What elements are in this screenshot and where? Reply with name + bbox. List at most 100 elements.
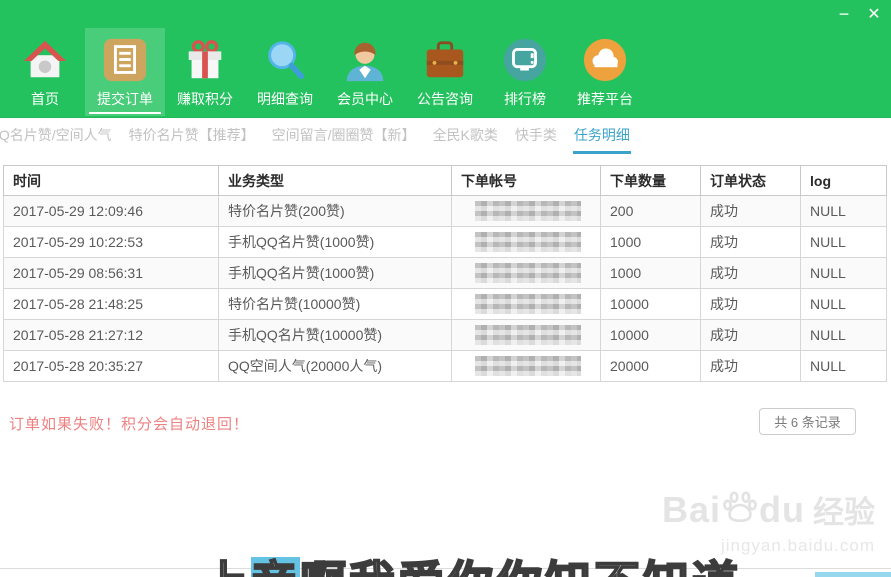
cell-type: 特价名片赞(200赞) <box>219 196 452 227</box>
watermark-suffix: 经验 <box>813 487 875 532</box>
cell-log: NULL <box>801 320 887 351</box>
col-header-type: 业务类型 <box>219 166 452 196</box>
cell-status: 成功 <box>701 320 801 351</box>
nav-label: 排行榜 <box>504 89 546 109</box>
tab-qq-card-likes[interactable]: QQ名片赞/空间人气 <box>0 125 112 145</box>
masked-account <box>475 325 581 345</box>
header: − ✕ 首页 <box>0 0 891 118</box>
cell-log: NULL <box>801 258 887 289</box>
table-row: 2017-05-29 08:56:31 手机QQ名片赞(1000赞) 1000 … <box>4 258 887 289</box>
col-header-quantity: 下单数量 <box>601 166 701 196</box>
ranking-icon <box>501 34 549 86</box>
cell-time: 2017-05-29 12:09:46 <box>4 196 219 227</box>
tab-kuaishou[interactable]: 快手类 <box>515 125 557 145</box>
nav-item-announcements[interactable]: 公告咨询 <box>405 28 485 116</box>
nav-item-earn-points[interactable]: 赚取积分 <box>165 28 245 116</box>
cell-quantity: 1000 <box>601 227 701 258</box>
bottom-overlay-text: 上帝啊我爱你你知不知道 <box>202 547 741 577</box>
nav-item-ranking[interactable]: 排行榜 <box>485 28 565 116</box>
titlebar[interactable]: − ✕ <box>0 0 891 26</box>
table-row: 2017-05-29 12:09:46 特价名片赞(200赞) 200 成功 N… <box>4 196 887 227</box>
table-header-row: 时间 业务类型 下单帐号 下单数量 订单状态 log <box>4 166 887 196</box>
table-row: 2017-05-28 21:48:25 特价名片赞(10000赞) 10000 … <box>4 289 887 320</box>
category-tabs: QQ名片赞/空间人气 特价名片赞【推荐】 空间留言/圈圈赞【新】 全民K歌类 快… <box>0 118 647 152</box>
tab-special-card-likes[interactable]: 特价名片赞【推荐】 <box>129 125 255 145</box>
nav-label: 首页 <box>31 89 59 109</box>
table-row: 2017-05-29 10:22:53 手机QQ名片赞(1000赞) 1000 … <box>4 227 887 258</box>
nav-label: 明细查询 <box>257 89 313 109</box>
main-nav: 首页 提交订单 <box>5 28 645 118</box>
cloud-icon <box>581 34 629 86</box>
col-header-account: 下单帐号 <box>452 166 601 196</box>
cell-status: 成功 <box>701 289 801 320</box>
refund-notice: 订单如果失败！积分会自动退回！ <box>9 413 249 434</box>
overlay-text-highlight: 帝 <box>251 557 300 577</box>
cell-type: 手机QQ名片赞(10000赞) <box>219 320 452 351</box>
order-table: 时间 业务类型 下单帐号 下单数量 订单状态 log 2017-05-29 12… <box>3 165 887 382</box>
cell-time: 2017-05-28 21:48:25 <box>4 289 219 320</box>
cell-log: NULL <box>801 351 887 382</box>
baidu-paw-icon <box>723 490 757 529</box>
cell-account <box>452 258 601 289</box>
cell-type: QQ空间人气(20000人气) <box>219 351 452 382</box>
cell-account <box>452 227 601 258</box>
cell-quantity: 20000 <box>601 351 701 382</box>
search-icon <box>261 34 309 86</box>
close-icon[interactable]: ✕ <box>859 2 889 26</box>
overlay-text-post: 啊我爱你你知不知道 <box>300 557 741 577</box>
cell-account <box>452 351 601 382</box>
watermark-brand-post: du <box>759 489 805 531</box>
briefcase-icon <box>421 34 469 86</box>
nav-label: 赚取积分 <box>177 89 233 109</box>
masked-account <box>475 263 581 283</box>
cell-log: NULL <box>801 289 887 320</box>
nav-item-submit-order[interactable]: 提交订单 <box>85 28 165 116</box>
cell-status: 成功 <box>701 351 801 382</box>
col-header-log: log <box>801 166 887 196</box>
member-icon <box>341 34 389 86</box>
order-icon <box>101 34 149 86</box>
cell-time: 2017-05-28 21:27:12 <box>4 320 219 351</box>
cell-account <box>452 196 601 227</box>
tab-task-details[interactable]: 任务明细 <box>574 125 630 145</box>
minimize-icon[interactable]: − <box>829 2 859 26</box>
home-icon <box>21 34 69 86</box>
tab-k-song[interactable]: 全民K歌类 <box>433 125 498 145</box>
cell-status: 成功 <box>701 258 801 289</box>
overlay-text-pre: 上 <box>202 557 251 577</box>
cell-time: 2017-05-29 08:56:31 <box>4 258 219 289</box>
nav-label: 提交订单 <box>97 89 153 109</box>
baidu-jingyan-watermark: Bai du 经验 jingyan.baidu.com <box>662 487 875 556</box>
nav-label: 会员中心 <box>337 89 393 109</box>
masked-account <box>475 356 581 376</box>
tab-space-messages[interactable]: 空间留言/圈圈赞【新】 <box>272 125 416 145</box>
nav-item-member-center[interactable]: 会员中心 <box>325 28 405 116</box>
cell-quantity: 200 <box>601 196 701 227</box>
cell-quantity: 10000 <box>601 289 701 320</box>
cell-type: 手机QQ名片赞(1000赞) <box>219 258 452 289</box>
masked-account <box>475 201 581 221</box>
cell-status: 成功 <box>701 196 801 227</box>
record-count-button[interactable]: 共 6 条记录 <box>759 408 856 435</box>
nav-item-detail-query[interactable]: 明细查询 <box>245 28 325 116</box>
cell-quantity: 10000 <box>601 320 701 351</box>
cell-time: 2017-05-29 10:22:53 <box>4 227 219 258</box>
table-row: 2017-05-28 20:35:27 QQ空间人气(20000人气) 2000… <box>4 351 887 382</box>
cell-log: NULL <box>801 196 887 227</box>
cell-account <box>452 320 601 351</box>
cell-quantity: 1000 <box>601 258 701 289</box>
cell-account <box>452 289 601 320</box>
col-header-status: 订单状态 <box>701 166 801 196</box>
watermark-brand-pre: Bai <box>662 489 721 531</box>
col-header-time: 时间 <box>4 166 219 196</box>
masked-account <box>475 294 581 314</box>
progress-bar <box>815 572 891 577</box>
nav-item-recommend-platform[interactable]: 推荐平台 <box>565 28 645 116</box>
cell-status: 成功 <box>701 227 801 258</box>
masked-account <box>475 232 581 252</box>
cell-log: NULL <box>801 227 887 258</box>
nav-item-home[interactable]: 首页 <box>5 28 85 116</box>
app-window: − ✕ 首页 <box>0 0 891 577</box>
cell-type: 手机QQ名片赞(1000赞) <box>219 227 452 258</box>
gift-icon <box>181 34 229 86</box>
